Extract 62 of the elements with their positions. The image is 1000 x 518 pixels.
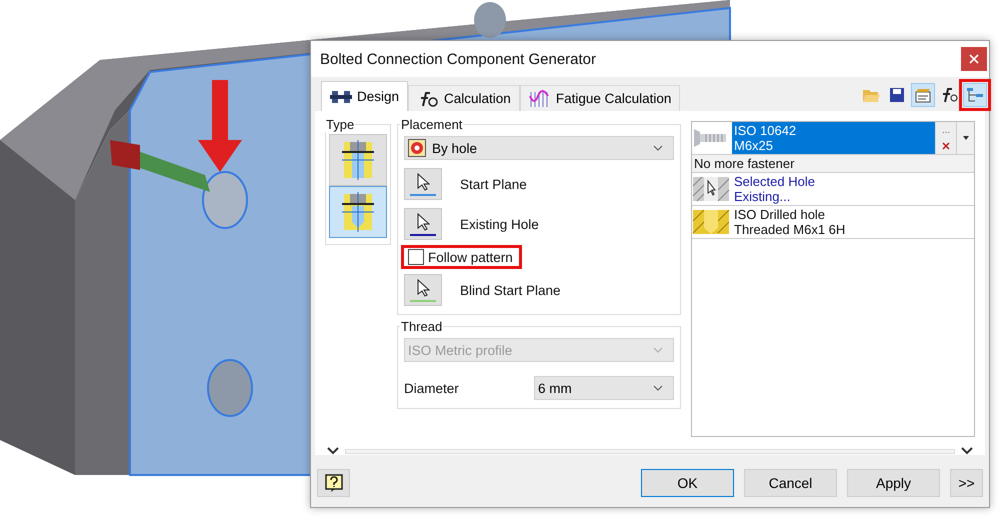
hole-select-icon: [692, 176, 730, 202]
group-title: Thread: [400, 319, 444, 334]
formula-icon: [940, 87, 958, 103]
dialog-button[interactable]: Cancel: [744, 469, 837, 497]
hole-item[interactable]: ISO Drilled hole Threaded M6x1 6H: [692, 206, 974, 239]
wave-chart-icon: [528, 90, 551, 108]
hole-type: ISO Drilled hole: [734, 207, 826, 222]
remove-button[interactable]: [936, 138, 956, 154]
close-icon: [942, 142, 950, 150]
hole-target-icon: [408, 139, 426, 157]
tab[interactable]: Fatigue Calculation: [520, 85, 680, 111]
fastener-size: M6x25: [734, 138, 774, 153]
chevron-down-icon[interactable]: [961, 447, 973, 455]
help-icon: [324, 473, 344, 493]
group-title: Placement: [400, 117, 464, 132]
tab[interactable]: Calculation: [408, 85, 520, 111]
help-button[interactable]: [317, 469, 350, 497]
hole-spec: Threaded M6x1 6H: [734, 222, 846, 237]
folder-icon: [862, 87, 880, 103]
expand-button[interactable]: >>: [950, 469, 983, 497]
select-label: Existing Hole: [460, 216, 539, 232]
save-icon: [889, 87, 905, 103]
diameter-dropdown[interactable]: 6 mm: [534, 376, 674, 400]
hole-spec: Existing...: [734, 189, 792, 204]
blind-hole-icon: [342, 192, 374, 232]
select-button[interactable]: [404, 274, 442, 306]
chevron-down-icon[interactable]: [327, 447, 339, 455]
tab[interactable]: Design: [321, 81, 408, 111]
method-dropdown[interactable]: By hole: [404, 136, 674, 160]
close-icon: [969, 54, 979, 64]
cursor-icon: [416, 278, 430, 296]
threaded-hole-icon: [692, 209, 730, 235]
hole-item[interactable]: Selected Hole Existing...: [692, 173, 974, 206]
select-button[interactable]: [404, 208, 442, 240]
hole-type: Selected Hole: [734, 174, 815, 189]
settings-icon: [914, 87, 932, 103]
cursor-icon: [416, 212, 430, 230]
dialog-button[interactable]: Apply: [847, 469, 940, 497]
close-button[interactable]: [961, 47, 987, 71]
select-label: Blind Start Plane: [460, 282, 561, 298]
fastener-name: ISO 10642: [734, 123, 798, 138]
tree-icon: [966, 87, 984, 103]
select-label: Start Plane: [460, 176, 527, 192]
list-note: No more fastener: [692, 155, 974, 173]
follow-pattern-checkbox[interactable]: Follow pattern: [404, 248, 519, 266]
toolbar-button[interactable]: [911, 83, 935, 107]
group-title: Type: [325, 117, 356, 132]
type-option[interactable]: [329, 134, 387, 186]
select-button[interactable]: [404, 168, 442, 200]
window-title: Bolted Connection Component Generator: [320, 50, 596, 68]
chevron-down-icon: [653, 347, 663, 353]
through-hole-icon: [342, 140, 374, 180]
cursor-icon: [416, 172, 430, 190]
more-button[interactable]: ...: [936, 122, 956, 138]
caret-icon: [962, 136, 968, 140]
type-option[interactable]: [329, 186, 387, 238]
chevron-down-icon: [653, 145, 663, 151]
dropdown-button[interactable]: [956, 122, 974, 154]
chevron-down-icon: [653, 385, 663, 391]
fastener-item[interactable]: ISO 10642 M6x25: [692, 122, 935, 154]
diameter-label: Diameter: [404, 380, 459, 396]
dialog-button[interactable]: OK: [641, 469, 734, 497]
